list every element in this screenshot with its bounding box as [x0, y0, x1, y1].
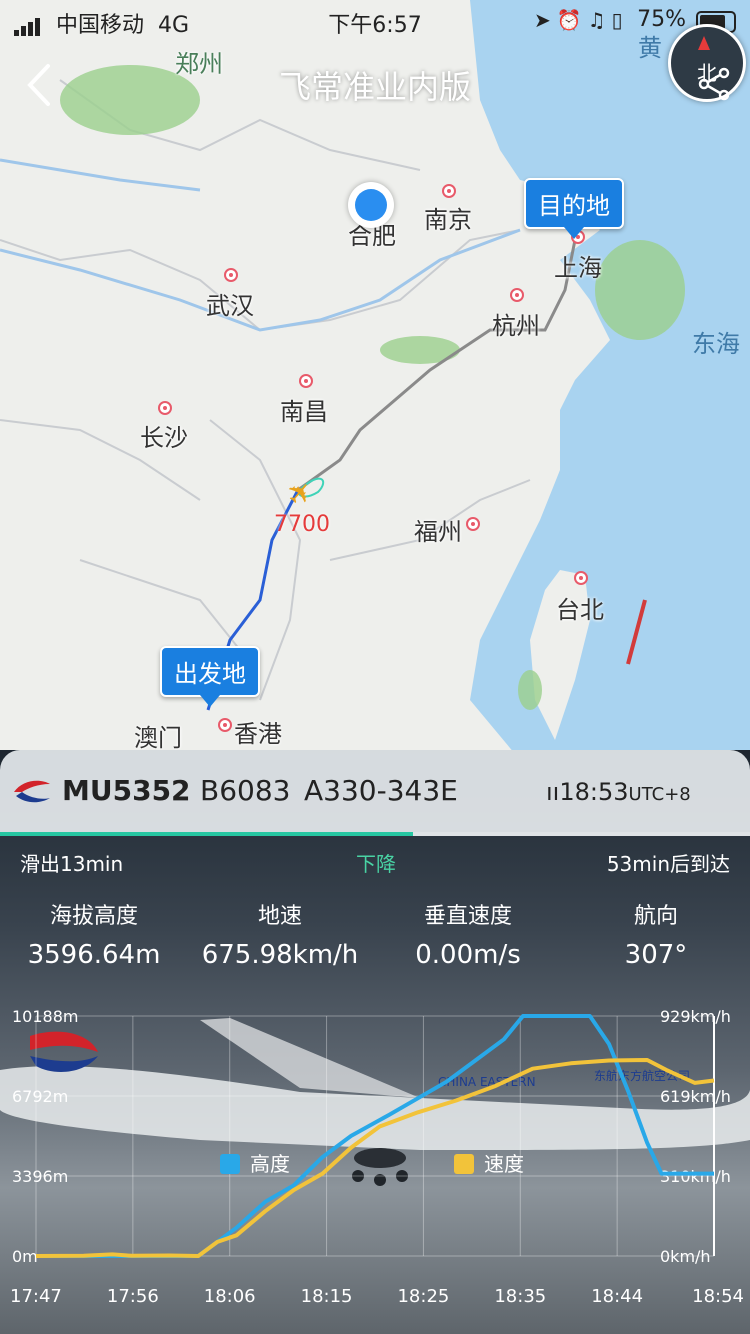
vertical-speed-value: 0.00m/s: [415, 940, 521, 970]
x-axis-tick: 18:15: [301, 1286, 353, 1307]
share-icon[interactable]: [696, 66, 732, 102]
city-marker: [224, 268, 238, 282]
x-axis-tick: 17:47: [10, 1286, 62, 1307]
y-axis-tick-left: 10188m: [12, 1007, 78, 1026]
origin-callout[interactable]: 出发地: [160, 646, 260, 707]
flight-header[interactable]: MU5352 B6083 A330-343E ıı18:53UTC+8: [0, 750, 750, 832]
city-marker: [299, 374, 313, 388]
city-marker: [442, 184, 456, 198]
altitude-label: 海拔高度: [49, 904, 138, 929]
y-axis-tick-right: 310km/h: [660, 1167, 731, 1186]
series-line-speed: [35, 1058, 715, 1258]
ground-speed-label: 地速: [257, 904, 302, 929]
city-marker: [466, 517, 480, 531]
squawk-code: 7700: [274, 512, 330, 537]
local-clock: ıı18:53UTC+8: [546, 778, 691, 806]
current-location-dot: [348, 182, 394, 228]
heading-value: 307°: [624, 940, 688, 970]
flight-progress-fill: [0, 832, 413, 836]
city-label: 长沙: [140, 424, 188, 452]
city-marker: [218, 718, 232, 732]
arrival-eta: 53min后到达: [606, 852, 730, 876]
x-axis-tick: 18:35: [494, 1286, 546, 1307]
legend-label: 高度: [250, 1152, 290, 1176]
flight-profile-chart: 10188m 6792m 3396m 0m 929km/h 619km/h 310km/h 0…: [10, 1007, 744, 1307]
x-axis-tick: 17:56: [107, 1286, 159, 1307]
city-label: 福州: [414, 518, 462, 546]
heading-label: 航向: [633, 904, 678, 929]
y-axis-tick-left: 3396m: [12, 1167, 68, 1186]
city-label: 武汉: [206, 292, 254, 320]
x-axis-tick: 18:25: [397, 1286, 449, 1307]
city-label: 南昌: [280, 398, 328, 426]
city-marker: [510, 288, 524, 302]
city-label: 澳门: [134, 724, 182, 752]
x-axis-tick: 18:06: [204, 1286, 256, 1307]
city-marker: [158, 401, 172, 415]
taxi-out-time: 滑出13min: [20, 852, 124, 876]
flight-progress-bar: [0, 832, 750, 836]
legend-swatch: [220, 1154, 240, 1174]
map-base: [0, 0, 750, 830]
city-marker: [574, 571, 588, 585]
flight-number: MU5352: [62, 774, 191, 807]
y-axis-tick-left: 0m: [12, 1247, 38, 1266]
x-axis-tick: 18:54: [692, 1286, 744, 1307]
city-label: 南京: [424, 206, 472, 234]
sea-label: 东海: [692, 330, 740, 358]
page-title: 飞常准业内版: [278, 68, 471, 106]
legend-label: 速度: [484, 1152, 524, 1176]
aircraft-type: A330-343E: [304, 774, 458, 807]
y-axis-tick-right: 929km/h: [660, 1007, 731, 1026]
city-label: 杭州: [492, 312, 540, 340]
y-axis-tick-right: 0km/h: [660, 1247, 711, 1266]
x-axis-tick: 18:44: [591, 1286, 643, 1307]
y-axis-tick-right: 619km/h: [660, 1087, 731, 1106]
altitude-value: 3596.64m: [27, 940, 161, 970]
city-label: 上海: [554, 254, 602, 282]
legend-swatch: [454, 1154, 474, 1174]
flight-phase: 下降: [356, 852, 396, 876]
status-bar: 中国移动 4G 下午6:57 ➤⏰♫▯ 75%: [0, 0, 750, 40]
map-view[interactable]: 郑州 合肥 南京 上海 武汉 杭州 南昌 长沙 福州 台北 香港 澳门 东海 黄…: [0, 0, 750, 830]
airline-logo-icon: [14, 780, 50, 803]
city-label: 香港: [234, 720, 282, 748]
y-axis-tick-left: 6792m: [12, 1087, 68, 1106]
series-line-altitude: [36, 1014, 714, 1258]
city-label: 台北: [556, 596, 604, 624]
ground-speed-value: 675.98km/h: [201, 940, 359, 970]
destination-callout[interactable]: 目的地: [524, 178, 624, 239]
status-icons: ➤⏰♫▯: [534, 8, 629, 32]
aircraft-registration: B6083: [200, 774, 291, 807]
vertical-speed-label: 垂直速度: [423, 904, 512, 929]
